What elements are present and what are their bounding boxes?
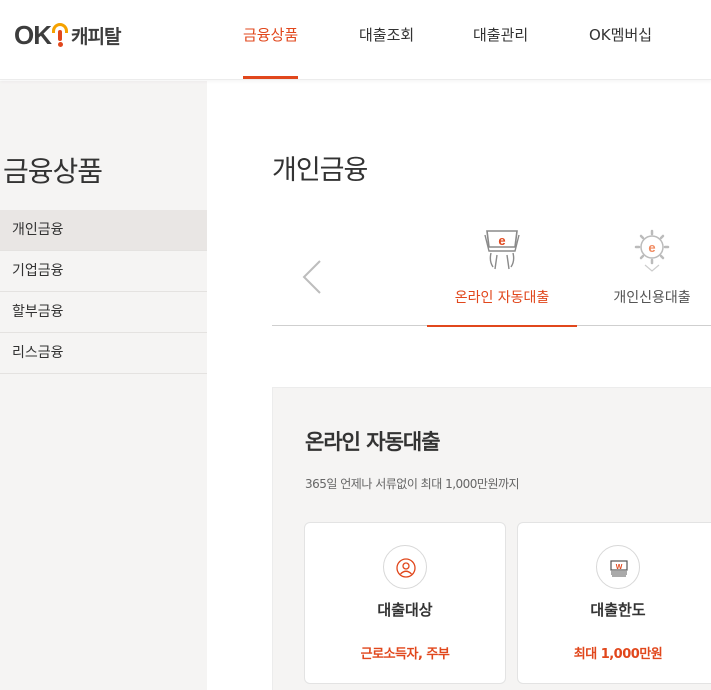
loan-target-card: 대출대상 근로소득자, 주부 — [304, 522, 506, 684]
person-icon — [383, 545, 427, 589]
gear-e-icon: e — [631, 225, 673, 275]
gnb-active-indicator — [243, 76, 298, 79]
card-value: 근로소득자, 주부 — [360, 647, 450, 662]
sidebar-item-corporate-finance[interactable]: 기업금융 — [0, 251, 207, 292]
gnb-item-loan-inquiry[interactable]: 대출조회 — [359, 24, 414, 45]
sidebar-item-installment-finance[interactable]: 할부금융 — [0, 292, 207, 333]
product-description: 365일 언제나 서류없이 최대 1,000만원까지 — [305, 477, 520, 491]
logo-ok-text: OK — [14, 19, 52, 50]
tab-active-indicator — [427, 325, 577, 327]
header: OK 캐피탈 금융상품 대출조회 대출관리 OK멤버십 — [0, 0, 711, 80]
money-icon: W — [596, 545, 640, 589]
card-title: 대출대상 — [377, 601, 433, 619]
card-value: 최대 1,000만원 — [573, 647, 663, 662]
svg-text:e: e — [648, 240, 655, 255]
tab-personal-credit-loan[interactable]: e 개인신용대출 — [577, 215, 711, 326]
tab-online-auto-loan[interactable]: e 온라인 자동대출 — [427, 215, 577, 327]
page-title: 개인금융 — [272, 155, 368, 186]
svg-text:e: e — [498, 233, 505, 248]
product-carousel: e 온라인 자동대출 e 개인신용대출 — [272, 215, 711, 327]
sidebar-item-lease-finance[interactable]: 리스금융 — [0, 333, 207, 374]
sidebar-menu: 개인금융 기업금융 할부금융 리스금융 — [0, 210, 207, 374]
logo[interactable]: OK 캐피탈 — [14, 19, 121, 50]
sidebar-item-personal-finance[interactable]: 개인금융 — [0, 210, 207, 251]
sidebar: 금융상품 개인금융 기업금융 할부금융 리스금융 — [0, 81, 207, 690]
tab-label: 개인신용대출 — [613, 290, 691, 306]
loan-limit-card: W 대출한도 최대 1,000만원 — [517, 522, 711, 684]
svg-text:W: W — [616, 564, 623, 571]
chevron-left-icon[interactable] — [300, 259, 328, 295]
product-summary: 온라인 자동대출 365일 언제나 서류없이 최대 1,000만원까지 대출대상… — [272, 387, 711, 690]
sidebar-title: 금융상품 — [3, 155, 103, 188]
card-title: 대출한도 — [590, 601, 646, 619]
online-loan-icon: e — [481, 225, 523, 275]
logo-mark-icon — [52, 21, 68, 49]
gnb-item-financial-products[interactable]: 금융상품 — [243, 24, 298, 45]
product-name: 온라인 자동대출 — [305, 430, 441, 454]
tab-label: 온라인 자동대출 — [454, 290, 550, 306]
logo-brand-text: 캐피탈 — [71, 25, 121, 48]
gnb-item-loan-management[interactable]: 대출관리 — [473, 24, 528, 45]
gnb-item-ok-membership[interactable]: OK멤버십 — [589, 24, 652, 45]
